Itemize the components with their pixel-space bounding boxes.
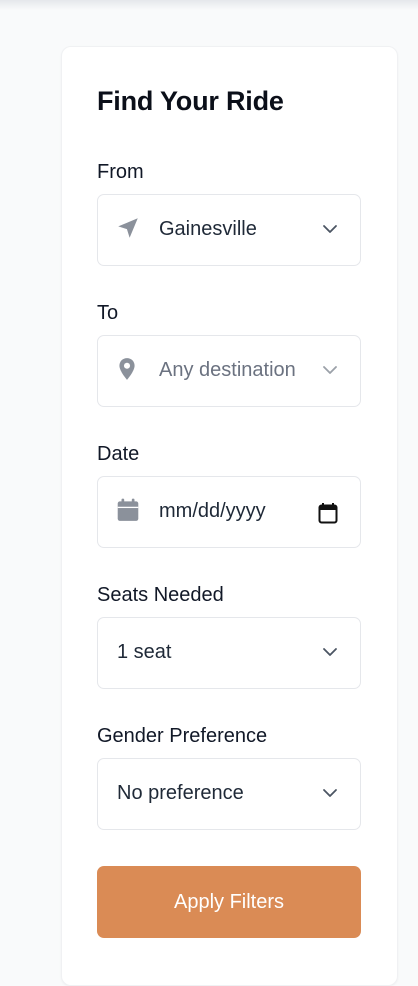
- date-placeholder: mm/dd/yyyy: [159, 500, 266, 522]
- to-placeholder: Any destination: [159, 359, 296, 381]
- seats-select[interactable]: 1 seat: [97, 617, 361, 689]
- date-input[interactable]: mm/dd/yyyy: [97, 476, 361, 548]
- chevron-down-icon: [323, 789, 337, 797]
- calendar-picker-icon[interactable]: [318, 502, 338, 524]
- gender-value: No preference: [117, 782, 244, 804]
- page-title: Find Your Ride: [97, 86, 284, 116]
- chevron-down-icon: [323, 225, 337, 233]
- from-value: Gainesville: [159, 218, 257, 240]
- gender-select[interactable]: No preference: [97, 758, 361, 830]
- top-shadow-bar: [0, 0, 418, 10]
- from-label: From: [97, 161, 144, 183]
- calendar-icon: [117, 498, 139, 521]
- seats-label: Seats Needed: [97, 584, 224, 606]
- chevron-down-icon: [323, 366, 337, 374]
- to-label: To: [97, 302, 119, 324]
- chevron-down-icon: [323, 648, 337, 656]
- gender-label: Gender Preference: [97, 725, 268, 747]
- seats-value: 1 seat: [117, 641, 172, 663]
- to-select[interactable]: Any destination: [97, 335, 361, 407]
- from-select[interactable]: Gainesville: [97, 194, 361, 266]
- date-label: Date: [97, 443, 140, 465]
- apply-filters-button[interactable]: Apply Filters: [97, 866, 361, 938]
- map-pin-icon: [119, 358, 135, 380]
- navigation-arrow-icon: [118, 218, 138, 238]
